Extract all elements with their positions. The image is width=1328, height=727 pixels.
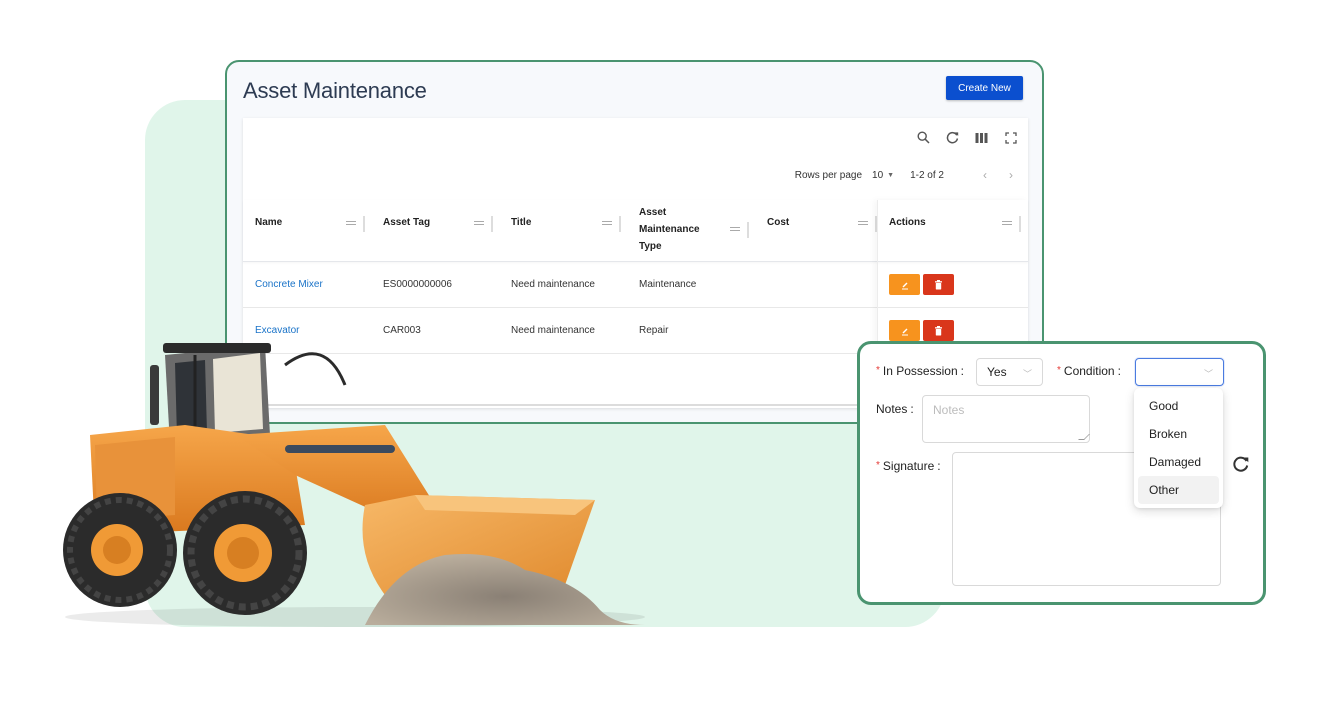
drag-handle-icon[interactable]: [858, 221, 868, 225]
sticky-actions-column: [877, 200, 1028, 354]
chevron-down-icon: ﹀: [1203, 369, 1213, 379]
column-header-cost[interactable]: Cost: [767, 214, 789, 231]
in-possession-select[interactable]: Yes ﹀: [976, 358, 1043, 386]
condition-dropdown: Good Broken Damaged Other: [1134, 388, 1223, 508]
label-colon: :: [960, 364, 964, 378]
column-resizer[interactable]: [747, 222, 749, 238]
condition-select[interactable]: ﹀: [1135, 358, 1224, 386]
notes-label: Notes:: [876, 402, 914, 416]
column-resizer[interactable]: [363, 216, 365, 232]
condition-option-good[interactable]: Good: [1138, 392, 1219, 420]
drag-handle-icon[interactable]: [602, 221, 612, 225]
column-header-name[interactable]: Name: [255, 214, 282, 231]
label-text: In Possession: [882, 364, 958, 378]
chevron-down-icon: ﹀: [1022, 369, 1032, 379]
page-title: Asset Maintenance: [243, 78, 427, 103]
column-header-title[interactable]: Title: [511, 214, 531, 231]
label-colon: :: [910, 402, 914, 416]
column-resizer[interactable]: [619, 216, 621, 232]
create-new-button[interactable]: Create New: [946, 76, 1023, 100]
rows-per-page-label: Rows per page: [794, 169, 863, 181]
label-text: Condition: [1063, 364, 1115, 378]
asset-name-link[interactable]: Concrete Mixer: [255, 279, 323, 290]
resize-handle[interactable]: [1078, 434, 1090, 440]
in-possession-label: * In Possession:: [876, 364, 964, 378]
caret-down-icon[interactable]: ▼: [887, 172, 894, 179]
fullscreen-icon[interactable]: [1003, 130, 1018, 145]
required-marker: *: [1057, 365, 1061, 376]
signature-label: * Signature:: [876, 459, 941, 473]
column-resizer[interactable]: [491, 216, 493, 232]
select-value: Yes: [987, 365, 1007, 379]
condition-option-other[interactable]: Other: [1138, 476, 1219, 504]
reset-signature-icon[interactable]: [1232, 455, 1250, 473]
drag-handle-icon[interactable]: [474, 221, 484, 225]
column-header-maintenance-type[interactable]: Asset Maintenance Type: [639, 204, 700, 255]
header-line: Asset: [639, 207, 667, 218]
drag-handle-icon[interactable]: [346, 221, 356, 225]
column-header-asset-tag[interactable]: Asset Tag: [383, 214, 430, 231]
label-text: Notes: [876, 402, 908, 416]
chevron-left-icon[interactable]: ‹: [978, 168, 992, 182]
table-toolbar: [916, 130, 1018, 145]
condition-label: * Condition:: [1057, 364, 1121, 378]
title-cell: Need maintenance: [511, 279, 595, 290]
label-colon: :: [937, 459, 941, 473]
required-marker: *: [876, 365, 880, 376]
notes-textarea[interactable]: Notes: [922, 395, 1090, 443]
rows-per-page-select[interactable]: 10: [872, 170, 883, 181]
notes-placeholder: Notes: [933, 403, 965, 417]
drag-handle-icon[interactable]: [730, 227, 740, 231]
maintenance-type-cell: Maintenance: [639, 279, 697, 290]
header-line: Type: [639, 241, 662, 252]
pagination: Rows per page 10 ▼ 1-2 of 2 ‹ ›: [795, 168, 1018, 182]
columns-icon[interactable]: [974, 130, 989, 145]
label-colon: :: [1117, 364, 1121, 378]
condition-option-broken[interactable]: Broken: [1138, 420, 1219, 448]
search-icon[interactable]: [916, 130, 931, 145]
chevron-right-icon[interactable]: ›: [1004, 168, 1018, 182]
required-marker: *: [876, 460, 880, 471]
refresh-icon[interactable]: [945, 130, 960, 145]
pagination-range: 1-2 of 2: [910, 169, 944, 181]
label-text: Signature: [882, 459, 935, 473]
header-line: Maintenance: [639, 224, 700, 235]
asset-tag-cell: ES0000000006: [383, 279, 452, 290]
wheel-loader-illustration: [63, 343, 645, 627]
condition-option-damaged[interactable]: Damaged: [1138, 448, 1219, 476]
